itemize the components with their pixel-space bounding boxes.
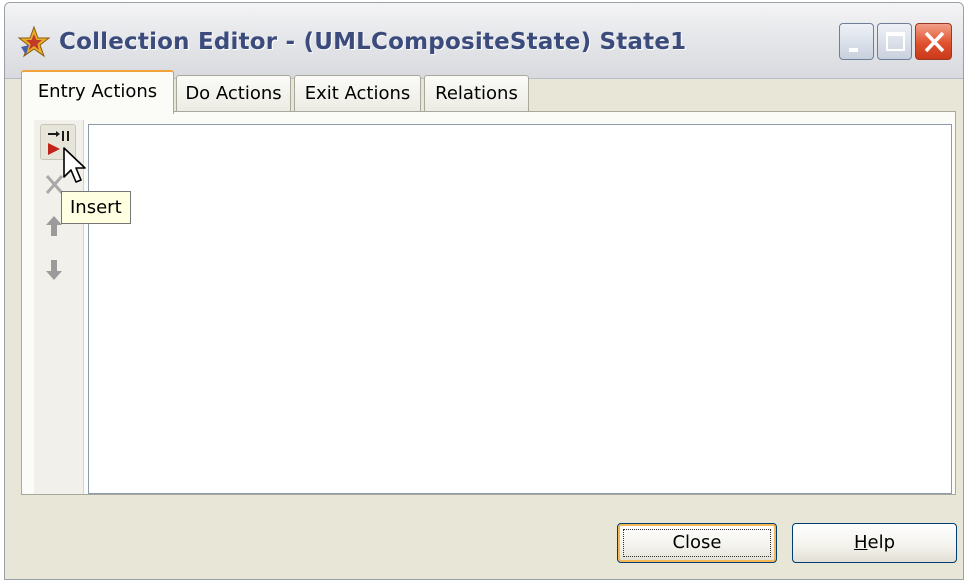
maximize-button[interactable] xyxy=(877,23,912,60)
mouse-pointer-icon xyxy=(63,147,86,183)
tab-do-actions[interactable]: Do Actions xyxy=(176,75,291,111)
collection-editor-window: Collection Editor - (UMLCompositeState) … xyxy=(4,2,964,580)
entry-actions-list[interactable] xyxy=(88,124,952,494)
tab-panel xyxy=(21,111,956,495)
star-icon xyxy=(17,25,51,58)
focus-rectangle xyxy=(623,529,771,557)
title-bar[interactable]: Collection Editor - (UMLCompositeState) … xyxy=(5,3,963,79)
minimize-icon xyxy=(849,48,858,52)
close-icon xyxy=(924,31,945,53)
tab-entry-actions[interactable]: Entry Actions xyxy=(21,70,174,114)
insert-tooltip: Insert xyxy=(61,191,131,224)
tab-relations[interactable]: Relations xyxy=(424,75,529,111)
help-button[interactable]: Help xyxy=(792,523,957,563)
maximize-icon xyxy=(886,32,905,51)
window-title: Collection Editor - (UMLCompositeState) … xyxy=(59,29,687,55)
minimize-button[interactable] xyxy=(839,23,874,60)
help-button-label: elp xyxy=(867,532,896,553)
tab-exit-actions[interactable]: Exit Actions xyxy=(294,75,421,111)
close-button[interactable]: Close xyxy=(617,523,777,563)
help-button-mnemonic: H xyxy=(853,532,868,553)
close-window-button[interactable] xyxy=(915,23,952,60)
arrow-down-icon xyxy=(46,260,62,280)
move-down-button[interactable] xyxy=(40,256,76,292)
